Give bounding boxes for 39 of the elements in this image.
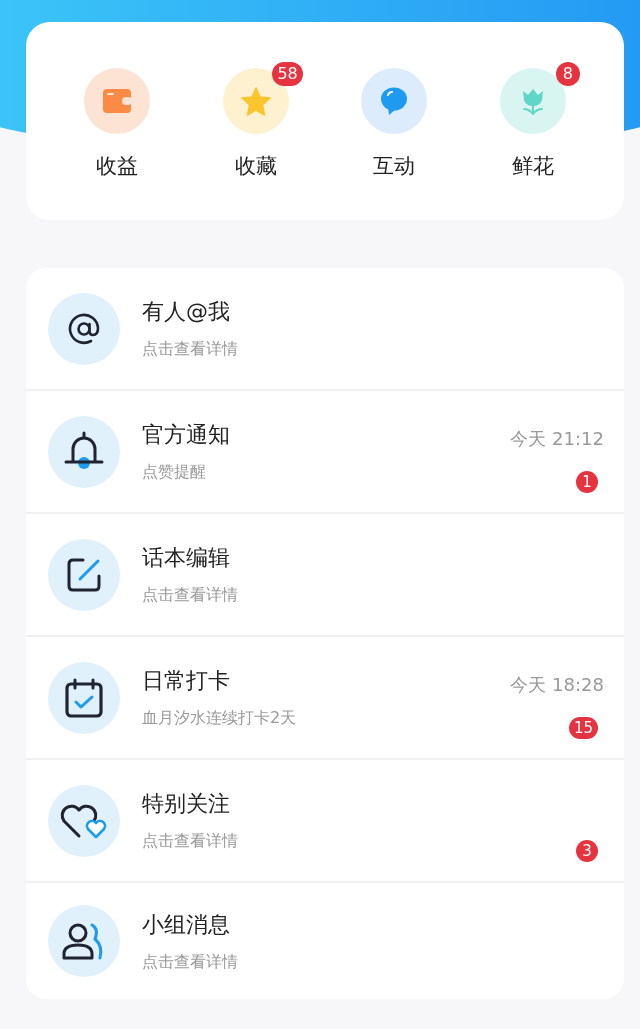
message-title: 话本编辑: [142, 544, 230, 572]
at-sign-icon: [67, 311, 101, 346]
message-title: 特别关注: [142, 790, 230, 818]
message-row[interactable]: 话本编辑 点击查看详情: [26, 514, 624, 637]
message-subtitle: 点击查看详情: [142, 339, 238, 360]
shortcut-label: 收藏: [234, 153, 277, 180]
message-title: 小组消息: [142, 910, 230, 939]
message-subtitle: 点赞提醒: [142, 462, 206, 483]
message-row[interactable]: 官方通知 点赞提醒 今天 21:12 1: [26, 391, 624, 514]
star-icon: [240, 86, 271, 116]
message-row[interactable]: 特别关注 点击查看详情 3: [26, 760, 624, 883]
message-row[interactable]: 有人@我 点击查看详情: [26, 268, 624, 391]
shortcut-label: 收益: [96, 153, 139, 180]
count-badge: 8: [555, 62, 580, 86]
message-subtitle: 点击查看详情: [142, 831, 238, 852]
message-row[interactable]: 日常打卡 血月汐水连续打卡2天 今天 18:28 15: [26, 637, 624, 760]
message-time: 今天 18:28: [510, 673, 604, 697]
shortcut-label: 互动: [373, 153, 416, 180]
shortcut-label: 鲜花: [511, 153, 554, 180]
shortcut-item[interactable]: 互动: [343, 60, 446, 180]
message-title: 官方通知: [142, 421, 230, 449]
unread-badge: 3: [576, 840, 598, 862]
shortcut-item[interactable]: 收益: [66, 60, 169, 180]
chat-bubble-icon: [379, 86, 410, 116]
shortcut-item[interactable]: 58 收藏: [204, 60, 307, 180]
unread-badge: 1: [576, 471, 598, 493]
edit-icon: [66, 556, 102, 593]
calendar-check-icon: [65, 677, 103, 718]
message-subtitle: 血月汐水连续打卡2天: [142, 708, 297, 729]
message-title: 日常打卡: [142, 667, 230, 695]
message-row[interactable]: 小组消息 点击查看详情: [26, 883, 624, 999]
message-title: 有人@我: [142, 298, 230, 326]
message-subtitle: 点击查看详情: [142, 951, 238, 973]
message-time: 今天 21:12: [510, 427, 604, 451]
unread-badge: 15: [568, 717, 598, 739]
shortcut-item[interactable]: 8 鲜花: [481, 60, 584, 180]
count-badge: 58: [272, 62, 303, 86]
message-subtitle: 点击查看详情: [142, 585, 238, 606]
wallet-icon: [102, 88, 133, 114]
